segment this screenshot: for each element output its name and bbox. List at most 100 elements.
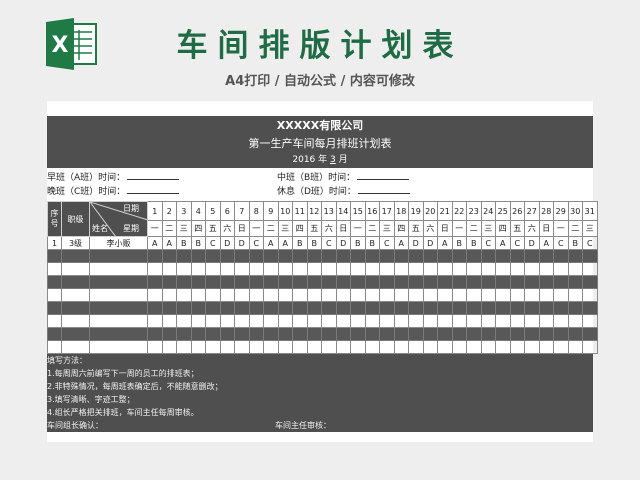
empty-cell[interactable]	[219, 249, 235, 263]
empty-cell[interactable]	[161, 275, 177, 289]
shift-cell[interactable]: A	[437, 236, 453, 250]
empty-cell[interactable]	[379, 314, 395, 328]
empty-cell[interactable]	[47, 275, 62, 289]
empty-cell[interactable]	[89, 262, 148, 276]
empty-cell[interactable]	[379, 262, 395, 276]
empty-cell[interactable]	[234, 314, 250, 328]
empty-cell[interactable]	[437, 314, 453, 328]
empty-cell[interactable]	[205, 327, 221, 341]
empty-cell[interactable]	[176, 262, 192, 276]
cell-name[interactable]: 李小贩	[89, 236, 148, 250]
empty-cell[interactable]	[567, 288, 583, 302]
empty-cell[interactable]	[393, 327, 409, 341]
empty-cell[interactable]	[61, 288, 90, 302]
empty-cell[interactable]	[379, 275, 395, 289]
empty-cell[interactable]	[538, 262, 554, 276]
shift-cell[interactable]: C	[248, 236, 264, 250]
empty-cell[interactable]	[437, 288, 453, 302]
empty-cell[interactable]	[480, 249, 496, 263]
empty-cell[interactable]	[234, 288, 250, 302]
empty-cell[interactable]	[190, 327, 206, 341]
empty-cell[interactable]	[263, 340, 279, 354]
empty-cell[interactable]	[47, 314, 62, 328]
empty-cell[interactable]	[335, 288, 351, 302]
shift-cell[interactable]: B	[190, 236, 206, 250]
empty-cell[interactable]	[480, 288, 496, 302]
shift-cell[interactable]: A	[277, 236, 293, 250]
empty-cell[interactable]	[292, 301, 308, 315]
empty-cell[interactable]	[480, 301, 496, 315]
empty-cell[interactable]	[277, 288, 293, 302]
empty-cell[interactable]	[524, 249, 540, 263]
shift-cell[interactable]: B	[350, 236, 366, 250]
empty-cell[interactable]	[582, 314, 598, 328]
empty-cell[interactable]	[161, 340, 177, 354]
empty-cell[interactable]	[89, 249, 148, 263]
empty-cell[interactable]	[466, 327, 482, 341]
empty-cell[interactable]	[379, 327, 395, 341]
empty-cell[interactable]	[335, 262, 351, 276]
empty-cell[interactable]	[553, 275, 569, 289]
empty-cell[interactable]	[248, 262, 264, 276]
empty-cell[interactable]	[321, 314, 337, 328]
empty-cell[interactable]	[451, 262, 467, 276]
empty-cell[interactable]	[408, 249, 424, 263]
empty-cell[interactable]	[495, 340, 511, 354]
empty-cell[interactable]	[495, 314, 511, 328]
empty-cell[interactable]	[292, 262, 308, 276]
empty-cell[interactable]	[147, 288, 163, 302]
empty-cell[interactable]	[350, 275, 366, 289]
empty-cell[interactable]	[495, 301, 511, 315]
empty-cell[interactable]	[408, 288, 424, 302]
empty-cell[interactable]	[509, 249, 525, 263]
empty-cell[interactable]	[451, 327, 467, 341]
empty-cell[interactable]	[437, 262, 453, 276]
empty-cell[interactable]	[350, 314, 366, 328]
empty-cell[interactable]	[234, 275, 250, 289]
empty-cell[interactable]	[263, 288, 279, 302]
empty-cell[interactable]	[524, 262, 540, 276]
company-name[interactable]: XXXXX有限公司	[47, 117, 593, 133]
empty-cell[interactable]	[495, 249, 511, 263]
empty-cell[interactable]	[364, 314, 380, 328]
shift-cell[interactable]: C	[205, 236, 221, 250]
empty-cell[interactable]	[553, 340, 569, 354]
empty-cell[interactable]	[277, 314, 293, 328]
middle-time-field[interactable]	[357, 171, 410, 180]
shift-cell[interactable]: D	[408, 236, 424, 250]
empty-cell[interactable]	[393, 249, 409, 263]
empty-cell[interactable]	[321, 275, 337, 289]
empty-cell[interactable]	[248, 249, 264, 263]
empty-cell[interactable]	[263, 327, 279, 341]
shift-cell[interactable]: A	[147, 236, 163, 250]
empty-cell[interactable]	[422, 275, 438, 289]
empty-cell[interactable]	[509, 288, 525, 302]
empty-cell[interactable]	[248, 288, 264, 302]
empty-cell[interactable]	[422, 301, 438, 315]
shift-cell[interactable]: A	[495, 236, 511, 250]
empty-cell[interactable]	[321, 288, 337, 302]
empty-cell[interactable]	[538, 327, 554, 341]
empty-cell[interactable]	[553, 327, 569, 341]
empty-cell[interactable]	[205, 275, 221, 289]
shift-cell[interactable]: D	[234, 236, 250, 250]
empty-cell[interactable]	[408, 340, 424, 354]
empty-cell[interactable]	[582, 301, 598, 315]
empty-cell[interactable]	[567, 275, 583, 289]
empty-cell[interactable]	[292, 249, 308, 263]
empty-cell[interactable]	[466, 288, 482, 302]
shift-cell[interactable]: A	[263, 236, 279, 250]
empty-cell[interactable]	[509, 340, 525, 354]
empty-cell[interactable]	[277, 262, 293, 276]
evening-shift-time[interactable]: 晚班（C班）时间：	[47, 184, 180, 197]
empty-cell[interactable]	[393, 301, 409, 315]
empty-cell[interactable]	[350, 262, 366, 276]
shift-cell[interactable]: D	[219, 236, 235, 250]
empty-cell[interactable]	[277, 249, 293, 263]
empty-cell[interactable]	[263, 262, 279, 276]
empty-cell[interactable]	[61, 275, 90, 289]
empty-cell[interactable]	[422, 249, 438, 263]
empty-cell[interactable]	[364, 340, 380, 354]
evening-time-field[interactable]	[127, 185, 180, 194]
empty-cell[interactable]	[553, 301, 569, 315]
